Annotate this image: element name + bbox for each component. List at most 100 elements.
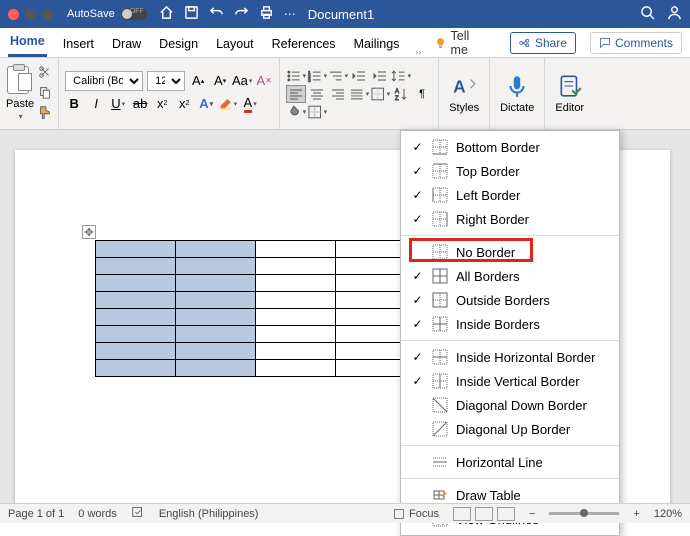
font-size-select[interactable]: 12 [147, 71, 185, 91]
spellcheck-icon[interactable] [131, 505, 145, 522]
styles-group[interactable]: A Styles [439, 58, 490, 129]
menu-item-b-right[interactable]: ✓Right Border [401, 207, 619, 231]
tab-home[interactable]: Home [8, 28, 47, 57]
text-effects-icon[interactable]: A [197, 95, 215, 113]
bullets-icon[interactable] [286, 67, 306, 85]
word-count[interactable]: 0 words [78, 508, 117, 520]
dictate-group[interactable]: Dictate [490, 58, 545, 129]
draw-icon [432, 487, 448, 503]
shading-icon[interactable] [286, 103, 306, 121]
font-name-select[interactable]: Calibri (Bo… [65, 71, 143, 91]
sort-icon[interactable]: AZ [391, 85, 411, 103]
menu-item-b-ih[interactable]: ✓Inside Horizontal Border [401, 345, 619, 369]
italic-button[interactable]: I [87, 95, 105, 113]
menu-item-b-all[interactable]: ✓All Borders [401, 264, 619, 288]
change-case-icon[interactable]: Aa [233, 72, 251, 90]
menu-item-b-du[interactable]: Diagonal Up Border [401, 417, 619, 441]
menu-item-hline[interactable]: Horizontal Line [401, 450, 619, 474]
language-indicator[interactable]: English (Philippines) [159, 508, 259, 520]
tab-design[interactable]: Design [157, 31, 200, 57]
view-buttons[interactable] [453, 507, 515, 521]
paste-button[interactable]: Paste ▾ [6, 66, 34, 121]
hline-icon [432, 454, 448, 470]
copy-icon[interactable] [38, 85, 52, 102]
focus-mode[interactable]: Focus [393, 508, 439, 520]
svg-text:A: A [395, 89, 399, 95]
align-left-icon[interactable] [286, 85, 306, 103]
menu-item-label: Draw Table [456, 488, 521, 503]
zoom-level[interactable]: 120% [654, 508, 682, 520]
menu-item-b-none[interactable]: No Border [401, 240, 619, 264]
justify-icon[interactable] [349, 85, 369, 103]
align-center-icon[interactable] [307, 85, 327, 103]
tab-layout[interactable]: Layout [214, 31, 256, 57]
b-all-icon [432, 268, 448, 284]
comments-button[interactable]: Comments [590, 32, 682, 54]
close-window-icon[interactable] [8, 9, 19, 20]
window-controls[interactable] [8, 9, 53, 20]
undo-icon[interactable] [209, 5, 224, 23]
show-marks-icon[interactable]: ¶ [412, 85, 432, 103]
editor-icon [557, 73, 583, 99]
tab-draw[interactable]: Draw [110, 31, 143, 57]
save-icon[interactable] [184, 5, 199, 23]
zoom-in-icon[interactable]: + [633, 508, 639, 520]
minimize-window-icon[interactable] [25, 9, 36, 20]
increase-indent-icon[interactable] [370, 67, 390, 85]
menu-item-b-out[interactable]: ✓Outside Borders [401, 288, 619, 312]
menu-item-b-left[interactable]: ✓Left Border [401, 183, 619, 207]
cut-icon[interactable] [38, 65, 52, 82]
menu-item-label: No Border [456, 245, 515, 260]
overflow-icon[interactable]: ›› [415, 47, 421, 57]
table-row [96, 326, 416, 343]
tab-insert[interactable]: Insert [61, 31, 96, 57]
increase-font-icon[interactable]: A▴ [189, 72, 207, 90]
menu-item-b-dd[interactable]: Diagonal Down Border [401, 393, 619, 417]
font-color-icon[interactable]: A [241, 95, 259, 113]
decrease-indent-icon[interactable] [349, 67, 369, 85]
menu-item-label: Horizontal Line [456, 455, 543, 470]
account-icon[interactable] [667, 5, 682, 23]
bold-button[interactable]: B [65, 95, 83, 113]
paragraph-group: 123 AZ ¶ [280, 58, 439, 129]
table-row [96, 275, 416, 292]
share-button[interactable]: Share [510, 32, 576, 54]
maximize-window-icon[interactable] [42, 9, 53, 20]
tab-references[interactable]: References [270, 31, 338, 57]
page-indicator[interactable]: Page 1 of 1 [8, 508, 64, 520]
tell-me[interactable]: Tell me [435, 29, 482, 57]
menu-item-b-in[interactable]: ✓Inside Borders [401, 312, 619, 336]
borders-dropdown[interactable] [307, 103, 327, 121]
decrease-font-icon[interactable]: A▾ [211, 72, 229, 90]
more-icon[interactable]: ⋯ [284, 7, 296, 21]
zoom-slider[interactable] [549, 512, 619, 515]
table-anchor-icon[interactable]: ✥ [82, 225, 96, 239]
search-icon[interactable] [640, 5, 655, 23]
line-spacing-icon[interactable] [391, 67, 411, 85]
editor-group[interactable]: Editor [545, 58, 594, 129]
format-painter-icon[interactable] [38, 105, 52, 122]
align-right-icon[interactable] [328, 85, 348, 103]
redo-icon[interactable] [234, 5, 249, 23]
print-icon[interactable] [259, 5, 274, 23]
superscript-button[interactable]: x2 [175, 95, 193, 113]
home-icon[interactable] [159, 5, 174, 23]
subscript-button[interactable]: x2 [153, 95, 171, 113]
highlight-icon[interactable] [219, 95, 237, 113]
menu-item-b-top[interactable]: ✓Top Border [401, 159, 619, 183]
underline-button[interactable]: U [109, 95, 127, 113]
menu-item-b-iv[interactable]: ✓Inside Vertical Border [401, 369, 619, 393]
document-table[interactable] [95, 240, 416, 377]
multilevel-icon[interactable] [328, 67, 348, 85]
strike-button[interactable]: ab [131, 95, 149, 113]
borders-button[interactable] [370, 85, 390, 103]
menu-item-b-bottom[interactable]: ✓Bottom Border [401, 135, 619, 159]
tab-mailings[interactable]: Mailings [352, 31, 402, 57]
clear-format-icon[interactable]: A✕ [255, 72, 273, 90]
b-in-icon [432, 316, 448, 332]
autosave-toggle[interactable]: AutoSave OFF [67, 8, 147, 20]
numbering-icon[interactable]: 123 [307, 67, 327, 85]
table-row [96, 309, 416, 326]
zoom-out-icon[interactable]: − [529, 508, 535, 520]
table-row [96, 360, 416, 377]
